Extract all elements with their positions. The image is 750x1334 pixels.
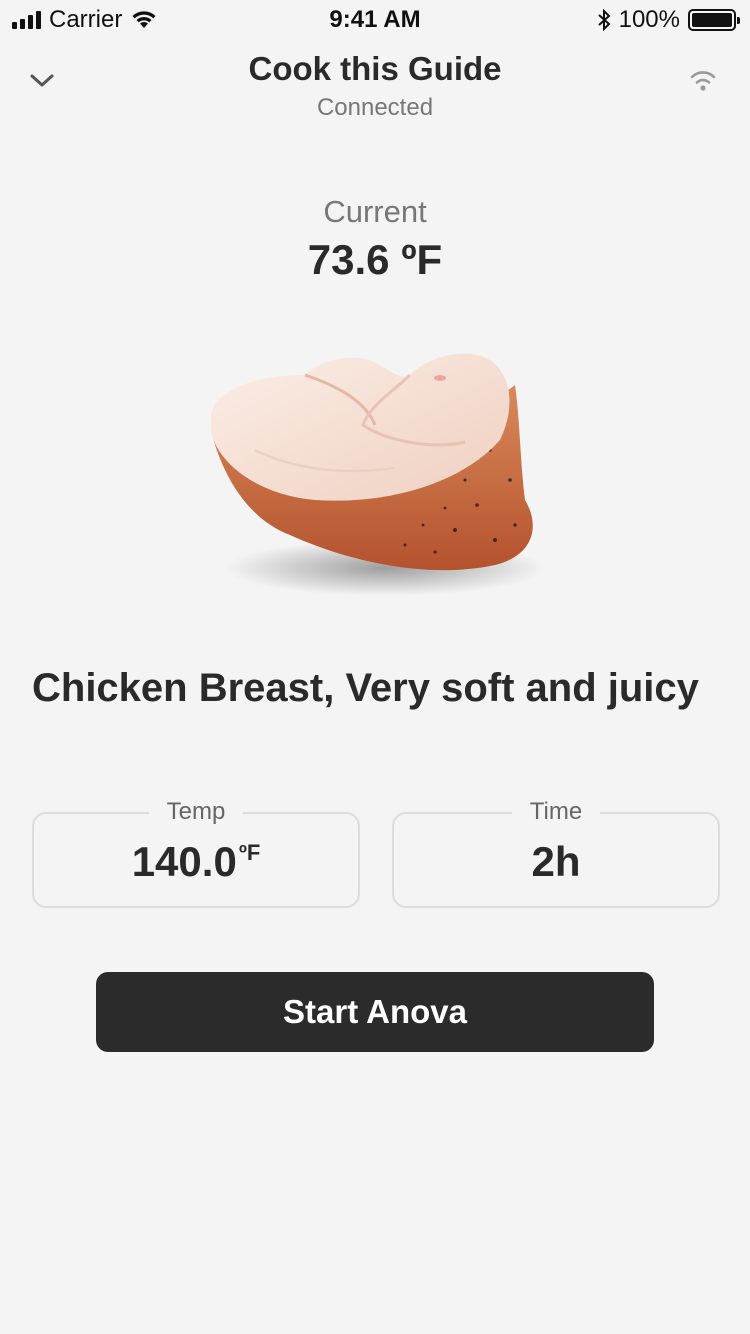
cook-guide-screen: Carrier 9:41 AM 100% Cook this Guide Con… (0, 0, 750, 1334)
connection-status: Connected (316, 94, 434, 121)
battery-percent: 100% (618, 6, 680, 33)
recipe-title: Chicken Breast, Very soft and juicy (32, 666, 699, 710)
time-setting-box[interactable]: Time 2h (392, 798, 720, 908)
status-bar: Carrier 9:41 AM 100% (0, 0, 750, 40)
temp-unit: ºF (238, 840, 261, 865)
temp-value: 140.0 (131, 838, 237, 885)
time-legend: Time (394, 798, 718, 826)
page-title: Cook this Guide (248, 50, 502, 87)
wifi-icon[interactable] (688, 68, 718, 92)
temp-value-wrap: 140.0ºF (34, 838, 358, 886)
status-right: 100% (597, 6, 740, 34)
temp-setting-box[interactable]: Temp 140.0ºF (32, 798, 360, 908)
time-label: Time (511, 798, 601, 825)
battery-icon (688, 9, 740, 31)
chicken-breast-image (211, 353, 545, 596)
current-temp-label: Current (323, 194, 427, 229)
bluetooth-icon (597, 9, 611, 31)
temp-legend: Temp (34, 798, 358, 826)
time-value-wrap: 2h (394, 838, 718, 886)
start-anova-button[interactable]: Start Anova (96, 972, 654, 1052)
temp-label: Temp (148, 798, 244, 825)
time-value: 2h (531, 838, 581, 885)
current-temp-value: 73.6 ºF (307, 236, 443, 283)
battery-level (692, 13, 732, 27)
